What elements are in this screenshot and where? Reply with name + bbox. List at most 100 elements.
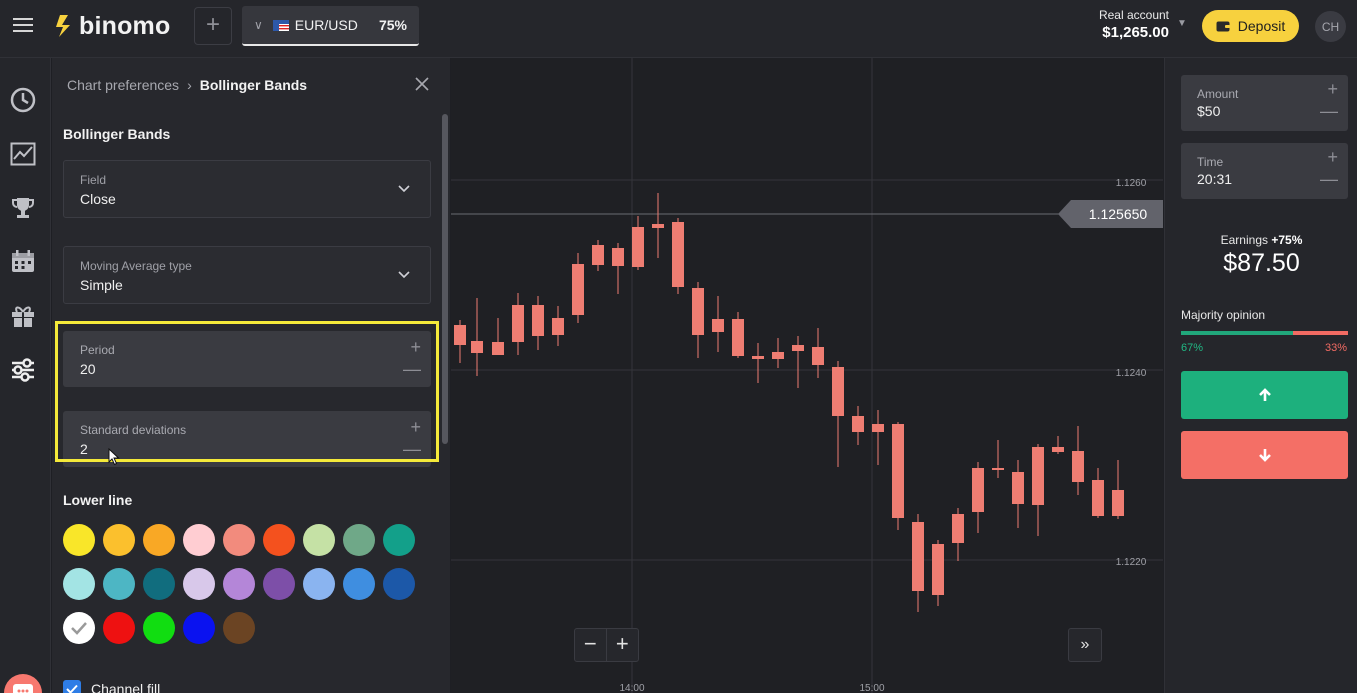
zoom-in-button[interactable]: + <box>607 629 638 661</box>
candle-down <box>992 468 1004 470</box>
field-label: Field <box>80 173 107 187</box>
color-swatch[interactable] <box>183 612 215 644</box>
candle-down <box>652 224 664 228</box>
panel-scrollbar[interactable] <box>442 114 448 444</box>
color-swatch[interactable] <box>63 568 95 600</box>
left-sidebar <box>0 58 51 693</box>
hamburger-menu-icon[interactable] <box>13 16 33 34</box>
color-swatch[interactable] <box>183 524 215 556</box>
chat-support-icon[interactable] <box>4 674 42 693</box>
account-type-label: Real account <box>1098 8 1169 22</box>
color-swatch[interactable] <box>343 524 375 556</box>
color-swatch[interactable] <box>223 568 255 600</box>
candle-down <box>1052 447 1064 452</box>
earnings-value: $87.50 <box>1223 249 1300 277</box>
color-swatch[interactable] <box>223 612 255 644</box>
candle-down <box>1032 447 1044 505</box>
color-swatch[interactable] <box>143 612 175 644</box>
candle-down <box>792 345 804 351</box>
amount-stepper[interactable]: Amount $50 + — <box>1181 75 1348 131</box>
deposit-label: Deposit <box>1237 18 1286 34</box>
candle-down <box>471 341 483 353</box>
time-stepper[interactable]: Time 20:31 + — <box>1181 143 1348 199</box>
avatar[interactable]: CH <box>1315 11 1346 42</box>
color-swatch[interactable] <box>183 568 215 600</box>
amount-decrease-button[interactable]: — <box>1320 101 1338 122</box>
price-chart[interactable]: 1.1260 1.1240 1.1220 14:00 15:00 1.125650 − +… <box>451 58 1163 693</box>
y-tick-label: 1.1260 <box>1116 178 1147 189</box>
channel-fill-label: Channel fill <box>91 681 161 693</box>
breadcrumb-root[interactable]: Chart preferences <box>67 77 179 93</box>
color-swatch[interactable] <box>143 524 175 556</box>
candle-down <box>572 264 584 315</box>
candle-down <box>454 325 466 345</box>
zoom-out-button[interactable]: − <box>575 629 607 661</box>
time-decrease-button[interactable]: — <box>1320 169 1338 190</box>
amount-increase-button[interactable]: + <box>1327 79 1338 100</box>
earnings-text: Earnings <box>1220 233 1268 247</box>
trade-up-button[interactable] <box>1181 371 1348 419</box>
zoom-controls: − + <box>574 628 639 662</box>
arrow-down-icon <box>1258 449 1271 462</box>
candle-down <box>732 319 744 356</box>
arrow-up-icon <box>1258 388 1271 401</box>
color-swatch[interactable] <box>383 524 415 556</box>
color-swatch[interactable] <box>63 524 95 556</box>
field-select[interactable]: Field Close <box>63 160 431 218</box>
checkbox-checked-icon[interactable] <box>63 680 81 693</box>
channel-fill-checkbox[interactable]: Channel fill <box>63 680 160 693</box>
deposit-button[interactable]: Deposit <box>1202 10 1299 42</box>
candle-down <box>692 288 704 335</box>
scroll-to-latest-button[interactable]: » <box>1068 628 1102 662</box>
clock-icon[interactable] <box>9 86 37 114</box>
color-swatch[interactable] <box>263 524 295 556</box>
add-asset-button[interactable]: + <box>194 7 232 45</box>
brand-logo[interactable]: binomo <box>55 10 170 42</box>
color-swatch[interactable] <box>303 524 335 556</box>
color-swatch[interactable] <box>103 568 135 600</box>
asset-name: EUR/USD <box>294 17 358 33</box>
color-swatch[interactable] <box>263 568 295 600</box>
color-swatch[interactable] <box>63 612 95 644</box>
y-tick-label: 1.1240 <box>1116 368 1147 379</box>
candle-down <box>1012 472 1024 504</box>
color-swatch[interactable] <box>103 612 135 644</box>
candle-down <box>972 468 984 512</box>
color-swatch[interactable] <box>343 568 375 600</box>
majority-opinion-label: Majority opinion <box>1181 308 1266 322</box>
amount-value[interactable]: $50 <box>1197 103 1220 119</box>
candle-down <box>592 245 604 265</box>
color-swatch[interactable] <box>103 524 135 556</box>
chevron-down-icon <box>398 271 410 279</box>
color-swatch[interactable] <box>383 568 415 600</box>
price-tag-label: 1.125650 <box>1089 206 1148 222</box>
candle-down <box>672 222 684 287</box>
time-value[interactable]: 20:31 <box>1197 171 1232 187</box>
candle-down <box>752 356 764 359</box>
time-increase-button[interactable]: + <box>1327 147 1338 168</box>
color-swatch[interactable] <box>143 568 175 600</box>
account-switcher[interactable]: Real account $1,265.00 <box>1097 8 1169 41</box>
sliders-icon[interactable] <box>9 356 37 384</box>
candle-down <box>892 424 904 518</box>
candle-down <box>1072 451 1084 482</box>
candle-down <box>552 318 564 335</box>
candlestick-chart[interactable]: 1.1260 1.1240 1.1220 14:00 15:00 1.125650 <box>451 58 1163 693</box>
ma-type-value: Simple <box>80 277 123 293</box>
lower-line-title: Lower line <box>63 492 133 508</box>
trophy-icon[interactable] <box>9 194 37 222</box>
calendar-icon[interactable] <box>9 248 37 276</box>
trade-down-button[interactable] <box>1181 431 1348 479</box>
candle-down <box>612 248 624 266</box>
earnings-percent: +75% <box>1271 233 1303 247</box>
color-swatch[interactable] <box>223 524 255 556</box>
brand-name: binomo <box>79 11 171 40</box>
chart-preferences-panel: Chart preferences › Bollinger Bands Boll… <box>52 58 450 693</box>
account-caret-icon[interactable]: ▼ <box>1177 18 1187 29</box>
close-icon[interactable] <box>414 76 430 92</box>
gift-icon[interactable] <box>9 302 37 330</box>
chart-icon[interactable] <box>9 140 37 168</box>
moving-average-type-select[interactable]: Moving Average type Simple <box>63 246 431 304</box>
asset-tab[interactable]: ∨ EUR/USD 75% <box>242 6 419 46</box>
color-swatch[interactable] <box>303 568 335 600</box>
